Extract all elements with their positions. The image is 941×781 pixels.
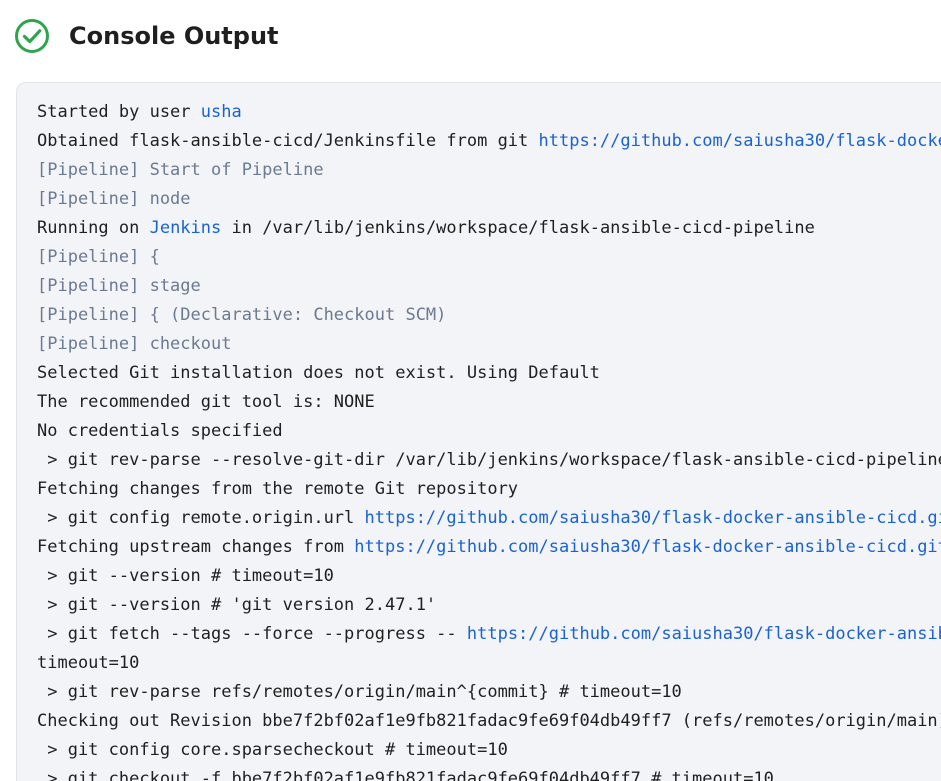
console-text: > git config remote.origin.url <box>37 508 365 528</box>
console-log: Started by user usha Obtained flask-ansib… <box>37 98 941 781</box>
console-text: timeout=10 <box>37 653 140 673</box>
console-line: > git checkout -f bbe7f2bf02af1e9fb821fa… <box>37 765 941 781</box>
pipeline-step-line: [Pipeline] node <box>37 185 941 214</box>
console-line: Fetching changes from the remote Git rep… <box>37 475 941 504</box>
console-line: Fetching upstream changes from https://g… <box>37 533 941 562</box>
console-line: > git --version # 'git version 2.47.1' <box>37 591 941 620</box>
page-title: Console Output <box>69 22 279 50</box>
console-line: > git rev-parse refs/remotes/origin/main… <box>37 678 941 707</box>
console-line: No credentials specified <box>37 417 941 446</box>
console-text: [Pipeline] { <box>37 247 160 267</box>
console-text: [Pipeline] Start of Pipeline <box>37 160 324 180</box>
console-line: The recommended git tool is: NONE <box>37 388 941 417</box>
console-text: [Pipeline] { (Declarative: Checkout SCM) <box>37 305 447 325</box>
console-link[interactable]: Jenkins <box>150 218 222 238</box>
console-line: timeout=10 <box>37 649 941 678</box>
pipeline-step-line: [Pipeline] Start of Pipeline <box>37 156 941 185</box>
console-text: > git fetch --tags --force --progress -- <box>37 624 467 644</box>
console-text: The recommended git tool is: NONE <box>37 392 375 412</box>
console-line: > git fetch --tags --force --progress --… <box>37 620 941 649</box>
console-text: Checking out Revision bbe7f2bf02af1e9fb8… <box>37 711 941 731</box>
console-text: > git checkout -f bbe7f2bf02af1e9fb821fa… <box>37 769 774 781</box>
console-text: Fetching changes from the remote Git rep… <box>37 479 519 499</box>
console-line: Selected Git installation does not exist… <box>37 359 941 388</box>
pipeline-step-line: [Pipeline] stage <box>37 272 941 301</box>
console-link[interactable]: https://github.com/saiusha30/flask-docke… <box>365 508 941 528</box>
console-line: Running on Jenkins in /var/lib/jenkins/w… <box>37 214 941 243</box>
console-line: Obtained flask-ansible-cicd/Jenkinsfile … <box>37 127 941 156</box>
console-link[interactable]: https://github.com/saiusha30/flask-docke… <box>467 624 941 644</box>
pipeline-step-line: [Pipeline] { (Declarative: Checkout SCM) <box>37 301 941 330</box>
console-text: > git rev-parse --resolve-git-dir /var/l… <box>47 450 941 470</box>
pipeline-step-line: [Pipeline] checkout <box>37 330 941 359</box>
check-circle-ring <box>15 19 49 53</box>
console-text: > git rev-parse refs/remotes/origin/main… <box>37 682 682 702</box>
console-text: Running on <box>37 218 150 238</box>
check-mark <box>22 29 42 44</box>
console-line: > git config core.sparsecheckout # timeo… <box>37 736 941 765</box>
check-circle-icon <box>15 19 49 53</box>
console-text: [Pipeline] checkout <box>37 334 232 354</box>
console-text: Selected Git installation does not exist… <box>37 363 600 383</box>
console-text: > git config core.sparsecheckout # timeo… <box>37 740 508 760</box>
console-line: Checking out Revision bbe7f2bf02af1e9fb8… <box>37 707 941 736</box>
page-header: Console Output <box>14 17 279 55</box>
console-text: [Pipeline] node <box>37 189 191 209</box>
pipeline-step-line: [Pipeline] { <box>37 243 941 272</box>
console-text: > git --version # timeout=10 <box>37 566 334 586</box>
console-text: Fetching upstream changes from <box>37 537 355 557</box>
console-output-panel[interactable]: Started by user usha Obtained flask-ansib… <box>16 82 941 781</box>
console-text: No credentials specified <box>37 421 283 441</box>
console-text: [Pipeline] stage <box>37 276 201 296</box>
console-line: > git rev-parse --resolve-git-dir /var/l… <box>37 446 941 475</box>
console-text: Started by user <box>37 102 201 122</box>
console-line: Started by user usha <box>37 98 941 127</box>
console-line: > git config remote.origin.url https://g… <box>37 504 941 533</box>
console-link[interactable]: usha <box>201 102 242 122</box>
console-text: Obtained flask-ansible-cicd/Jenkinsfile … <box>37 131 539 151</box>
console-link[interactable]: https://github.com/saiusha30/flask-docke… <box>539 131 941 151</box>
console-text: > git --version # 'git version 2.47.1' <box>37 595 437 615</box>
console-link[interactable]: https://github.com/saiusha30/flask-docke… <box>354 537 941 557</box>
console-text: in /var/lib/jenkins/workspace/flask-ansi… <box>221 218 815 238</box>
console-line: > git --version # timeout=10 <box>37 562 941 591</box>
